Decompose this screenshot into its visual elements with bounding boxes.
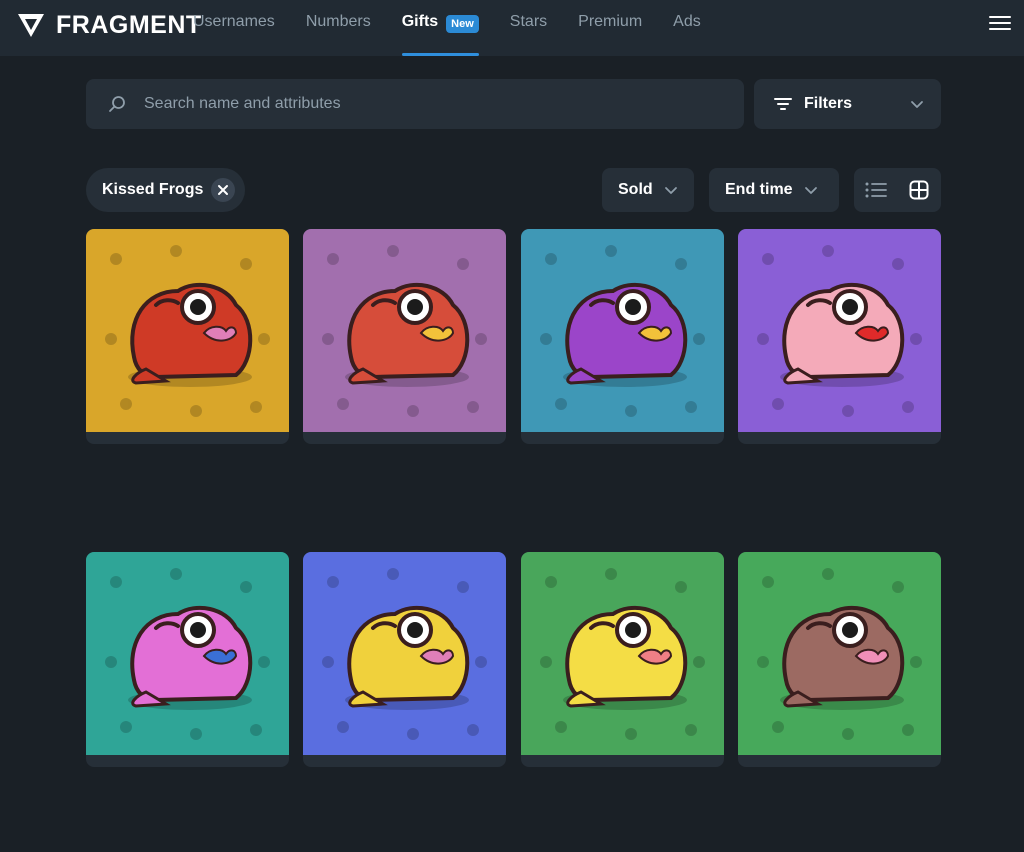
- gift-info: Kissed Frog #9766Sep 5 at 00:0933Sold: [521, 432, 724, 444]
- grid-view-button[interactable]: [897, 168, 940, 212]
- frog-illustration: [738, 229, 941, 432]
- view-toggle: [854, 168, 941, 212]
- active-filter-label: Kissed Frogs: [102, 181, 204, 198]
- status-dropdown-label: Sold: [618, 181, 653, 198]
- gift-card[interactable]: Kissed Frog #9840Sep 4 at 23:4133Sold: [738, 229, 941, 444]
- nav-gifts[interactable]: Gifts New: [401, 0, 479, 56]
- frog-illustration: [521, 229, 724, 432]
- gift-card[interactable]: Kissed Frog #9766Sep 5 at 00:0933Sold: [521, 229, 724, 444]
- close-icon: [218, 185, 229, 195]
- gift-card[interactable]: Kissed Frog #9780Sep 4 at 23:3029Sold: [521, 552, 724, 767]
- gift-card[interactable]: Kissed Frog #9788Sep 4 at 23:3933Sold: [86, 552, 289, 767]
- gift-info: Kissed Frog #6860Sep 6 at 05:2758Sold: [86, 432, 289, 444]
- gift-image: [521, 229, 724, 432]
- gift-card[interactable]: Kissed Frog #9761Sep 4 at 23:3029Sold: [303, 552, 506, 767]
- nav-label: Gifts: [401, 13, 439, 30]
- filters-label: Filters: [804, 95, 853, 112]
- list-icon: [865, 182, 887, 198]
- gift-info: Kissed Frog #9840Sep 4 at 23:4133Sold: [738, 432, 941, 444]
- brand-name: FRAGMENT: [56, 10, 202, 39]
- frog-illustration: [738, 552, 941, 755]
- chevron-down-icon: [911, 101, 923, 108]
- gift-image: [521, 552, 724, 755]
- search-icon: [109, 96, 125, 112]
- nav-ads[interactable]: Ads: [673, 0, 701, 56]
- grid-icon: [909, 180, 928, 200]
- fragment-logo-icon: [18, 14, 44, 37]
- new-badge: New: [446, 15, 479, 33]
- gift-image: [738, 229, 941, 432]
- gift-image: [303, 229, 506, 432]
- gift-card[interactable]: Kissed Frog #10181Sep 5 at 00:1333Sold: [303, 229, 506, 444]
- nav-label: Stars: [509, 13, 548, 30]
- gift-card[interactable]: Kissed Frog #9819Sep 4 at 23:3029Sold: [738, 552, 941, 767]
- list-view-button[interactable]: [854, 168, 897, 212]
- search-input[interactable]: [142, 94, 706, 114]
- gift-info: Kissed Frog #9761Sep 4 at 23:3029Sold: [303, 755, 506, 767]
- remove-filter-button[interactable]: [211, 178, 236, 202]
- status-dropdown[interactable]: Sold: [602, 168, 694, 212]
- hamburger-menu-icon[interactable]: [988, 12, 1012, 36]
- gift-image: [303, 552, 506, 755]
- gift-image: [738, 552, 941, 755]
- sort-dropdown[interactable]: End time: [709, 168, 839, 212]
- frog-illustration: [521, 552, 724, 755]
- main-nav: Usernames Numbers Gifts New Stars Premium…: [193, 0, 732, 56]
- top-navigation-bar: FRAGMENT Usernames Numbers Gifts New Star…: [0, 0, 1024, 56]
- frog-illustration: [86, 229, 289, 432]
- nav-premium[interactable]: Premium: [578, 0, 642, 56]
- gift-info: Kissed Frog #10181Sep 5 at 00:1333Sold: [303, 432, 506, 444]
- fragment-logo[interactable]: FRAGMENT: [16, 10, 202, 40]
- frog-illustration: [303, 552, 506, 755]
- filter-icon: [774, 98, 792, 110]
- frog-illustration: [303, 229, 506, 432]
- chevron-down-icon: [664, 187, 677, 194]
- gift-image: [86, 229, 289, 432]
- chevron-down-icon: [804, 187, 817, 194]
- nav-label: Usernames: [193, 13, 275, 30]
- nav-numbers[interactable]: Numbers: [306, 0, 371, 56]
- gift-image: [86, 552, 289, 755]
- nav-stars[interactable]: Stars: [510, 0, 547, 56]
- nav-label: Numbers: [305, 13, 371, 30]
- search-bar: [86, 79, 744, 129]
- gift-card[interactable]: Kissed Frog #6860Sep 6 at 05:2758Sold: [86, 229, 289, 444]
- sort-dropdown-label: End time: [725, 181, 793, 198]
- filters-button[interactable]: Filters: [754, 79, 941, 129]
- nav-usernames[interactable]: Usernames: [193, 0, 275, 56]
- active-filter-chip: Kissed Frogs: [86, 168, 246, 212]
- gift-info: Kissed Frog #9788Sep 4 at 23:3933Sold: [86, 755, 289, 767]
- gift-info: Kissed Frog #9819Sep 4 at 23:3029Sold: [738, 755, 941, 767]
- nav-label: Premium: [578, 13, 643, 30]
- frog-illustration: [86, 552, 289, 755]
- gift-info: Kissed Frog #9780Sep 4 at 23:3029Sold: [521, 755, 724, 767]
- nav-label: Ads: [673, 13, 701, 30]
